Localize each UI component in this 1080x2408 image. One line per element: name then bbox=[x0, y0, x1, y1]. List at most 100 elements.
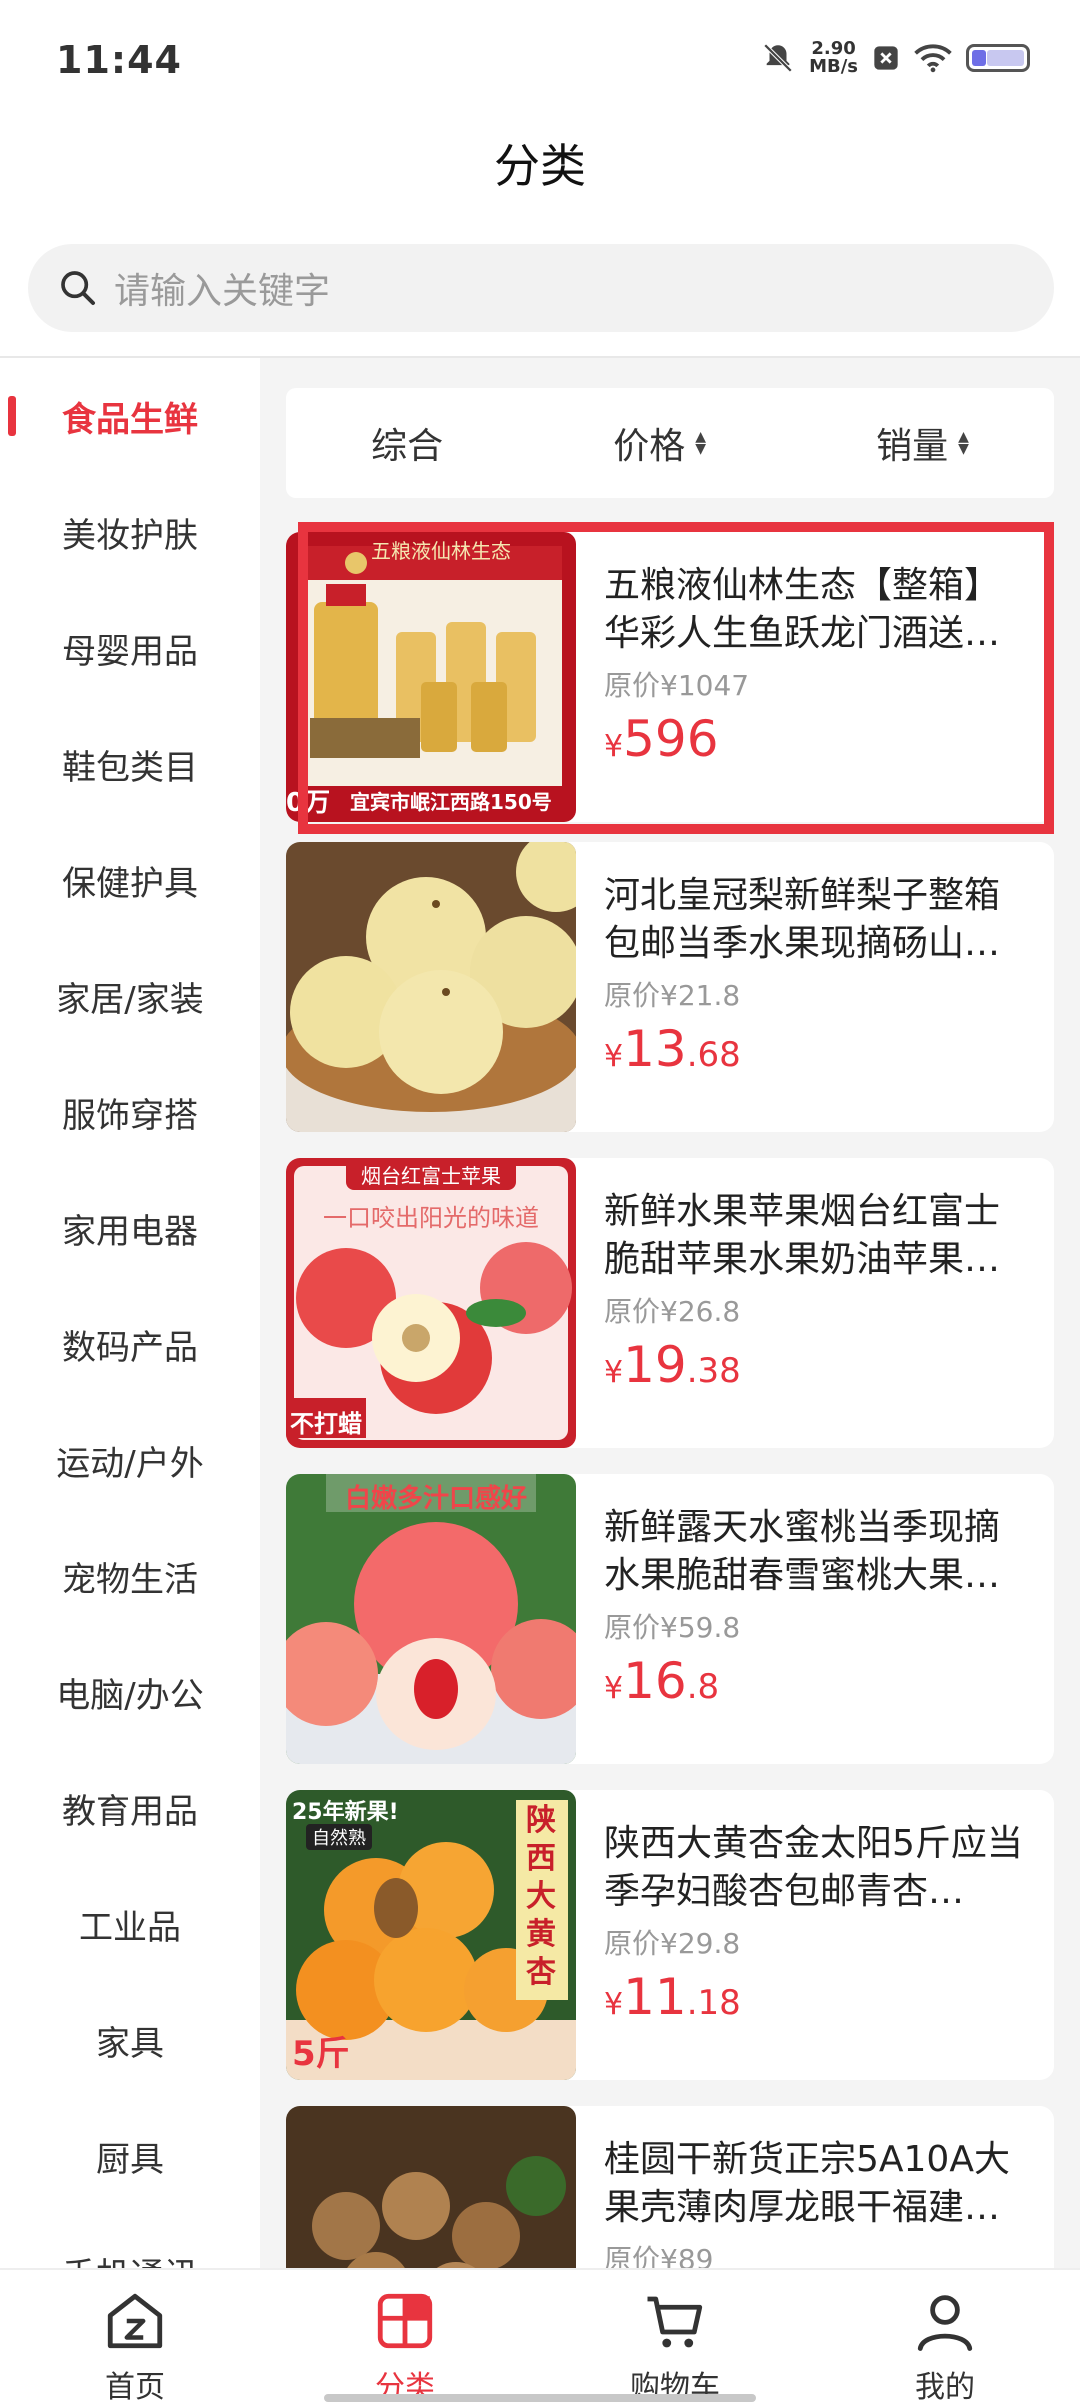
sale-price: ¥596 bbox=[604, 710, 1034, 768]
image-weight-text: 5斤 bbox=[292, 2034, 350, 2074]
sidebar-item-food[interactable]: 食品生鲜 bbox=[0, 358, 260, 474]
sidebar-item-label: 电脑/办公 bbox=[56, 1675, 204, 1716]
sidebar-item-baby[interactable]: 母婴用品 bbox=[0, 590, 260, 706]
price-decimal: .8 bbox=[686, 1667, 720, 1707]
category-sidebar: 食品生鲜 美妆护肤 母婴用品 鞋包类目 保健护具 家居/家装 服饰穿搭 家用电器… bbox=[0, 358, 260, 2268]
sidebar-item-label: 工业品 bbox=[79, 1907, 181, 1948]
sidebar-item-label: 家用电器 bbox=[62, 1211, 198, 1252]
product-image-peaches[interactable]: 白嫩多汁口感好 bbox=[286, 1474, 576, 1764]
currency-symbol: ¥ bbox=[604, 1987, 624, 2022]
currency-symbol: ¥ bbox=[604, 729, 624, 764]
nav-home[interactable]: 首页 bbox=[0, 2270, 270, 2408]
sidebar-item-digital[interactable]: 数码产品 bbox=[0, 1286, 260, 1402]
product-title: 新鲜水果苹果烟台红富士脆甜苹果水果奶油苹果… bbox=[604, 1191, 1001, 1280]
sidebar-item-label: 母婴用品 bbox=[62, 631, 198, 672]
home-indicator[interactable] bbox=[324, 2394, 756, 2402]
search-icon bbox=[61, 271, 95, 305]
sort-label: 销量 bbox=[876, 426, 949, 467]
image-tag-text: 0万 bbox=[286, 788, 331, 818]
sidebar-item-education[interactable]: 教育用品 bbox=[0, 1750, 260, 1866]
product-card[interactable]: 桂圆干新货正宗5A10A大果壳薄肉厚龙眼干福建… 原价¥89 bbox=[286, 2106, 1054, 2268]
product-info: 河北皇冠梨新鲜梨子整箱包邮当季水果现摘砀山… 原价¥21.8 ¥13.68 bbox=[604, 872, 1034, 1078]
sidebar-item-appliances[interactable]: 家用电器 bbox=[0, 1170, 260, 1286]
sort-arrows-icon: ▲ ▼ bbox=[695, 429, 706, 457]
nav-me[interactable]: 我的 bbox=[810, 2270, 1080, 2408]
sidebar-item-label: 家居/家装 bbox=[56, 979, 204, 1020]
sort-overall[interactable]: 综合 bbox=[371, 417, 443, 469]
sale-price: ¥11.18 bbox=[604, 1968, 1034, 2026]
mute-bell-icon bbox=[763, 43, 793, 73]
sidebar-item-industrial[interactable]: 工业品 bbox=[0, 1866, 260, 1982]
nav-category[interactable]: 分类 bbox=[270, 2270, 540, 2408]
active-indicator bbox=[8, 396, 16, 436]
sort-label: 综合 bbox=[371, 426, 444, 467]
price-integer: 11 bbox=[623, 1968, 687, 2026]
product-title: 新鲜露天水蜜桃当季现摘水果脆甜春雪蜜桃大果… bbox=[604, 1507, 1001, 1596]
sidebar-item-label: 教育用品 bbox=[62, 1791, 198, 1832]
currency-symbol: ¥ bbox=[604, 1039, 624, 1074]
price-integer: 16 bbox=[623, 1652, 687, 1710]
image-vertical-text: 陕西大黄杏 bbox=[526, 1803, 556, 1990]
original-price: 原价¥59.8 bbox=[604, 1611, 741, 1644]
product-image-pears[interactable] bbox=[286, 842, 576, 1132]
price-integer: 13 bbox=[623, 1020, 687, 1078]
product-card[interactable]: 25年新果! 自然熟 陕西大黄杏 5斤 陕西大黄杏金太阳5斤应当季孕妇酸杏包邮青… bbox=[286, 1790, 1054, 2080]
page-title: 分类 bbox=[494, 139, 586, 193]
status-icons: 2.90 MB/s bbox=[761, 40, 1030, 76]
product-image-longan[interactable] bbox=[286, 2106, 576, 2268]
sidebar-item-shoes-bags[interactable]: 鞋包类目 bbox=[0, 706, 260, 822]
bottom-nav: 首页 分类 购物车 我的 bbox=[0, 2268, 1080, 2408]
sidebar-item-pets[interactable]: 宠物生活 bbox=[0, 1518, 260, 1634]
sort-bar: 综合 价格 ▲ ▼ 销量 ▲ ▼ bbox=[286, 388, 1054, 498]
sale-price: ¥19.38 bbox=[604, 1336, 1034, 1394]
sidebar-item-sports[interactable]: 运动/户外 bbox=[0, 1402, 260, 1518]
currency-symbol: ¥ bbox=[604, 1355, 624, 1390]
sidebar-item-home[interactable]: 家居/家装 bbox=[0, 938, 260, 1054]
sidebar-item-label: 鞋包类目 bbox=[62, 747, 198, 788]
product-info: 陕西大黄杏金太阳5斤应当季孕妇酸杏包邮青杏… 原价¥29.8 ¥11.18 bbox=[604, 1820, 1034, 2026]
product-card[interactable]: 烟台红富士苹果 一口咬出阳光的味道 不打蜡 新鲜水果苹果烟台红富士脆甜苹果水果奶… bbox=[286, 1158, 1054, 1448]
sidebar-item-furniture[interactable]: 家具 bbox=[0, 1982, 260, 2098]
sidebar-item-kitchen[interactable]: 厨具 bbox=[0, 2098, 260, 2214]
image-address-text: 宜宾市岷江西路150号 bbox=[350, 790, 552, 814]
price-integer: 19 bbox=[623, 1336, 687, 1394]
original-price: 原价¥1047 bbox=[604, 669, 750, 702]
sidebar-item-phones[interactable]: 手机通讯 bbox=[0, 2214, 260, 2269]
product-title: 五粮液仙林生态【整箱】华彩人生鱼跃龙门酒送… bbox=[604, 565, 1001, 654]
original-price: 原价¥26.8 bbox=[604, 1295, 741, 1328]
sort-label: 价格 bbox=[613, 426, 686, 467]
status-bar: 11:44 2.90 MB/s bbox=[0, 0, 1080, 120]
price-decimal: .38 bbox=[686, 1351, 741, 1391]
search-input[interactable]: 请输入关键字 bbox=[28, 244, 1054, 332]
nav-cart[interactable]: 购物车 bbox=[540, 2270, 810, 2408]
sidebar-item-beauty[interactable]: 美妆护肤 bbox=[0, 474, 260, 590]
product-image-apples[interactable]: 烟台红富士苹果 一口咬出阳光的味道 不打蜡 bbox=[286, 1158, 576, 1448]
product-image-apricots[interactable]: 25年新果! 自然熟 陕西大黄杏 5斤 bbox=[286, 1790, 576, 2080]
original-price: 原价¥21.8 bbox=[604, 979, 741, 1012]
image-badge-text: 25年新果! bbox=[292, 1800, 399, 1825]
image-sub-text: 自然熟 bbox=[306, 1824, 372, 1850]
image-slogan-text: 一口咬出阳光的味道 bbox=[323, 1204, 539, 1232]
screen: 11:44 2.90 MB/s 分类 请输入关键字 食品生鲜 美妆护肤 母婴用品… bbox=[0, 0, 1080, 2408]
sidebar-item-apparel[interactable]: 服饰穿搭 bbox=[0, 1054, 260, 1170]
net-speed: 2.90 MB/s bbox=[809, 40, 858, 76]
sort-sales[interactable]: 销量 ▲ ▼ bbox=[876, 417, 969, 469]
sidebar-item-label: 运动/户外 bbox=[56, 1443, 204, 1484]
image-tag-text: 不打蜡 bbox=[290, 1410, 362, 1438]
product-card[interactable]: 白嫩多汁口感好 新鲜露天水蜜桃当季现摘水果脆甜春雪蜜桃大果… 原价¥59.8 ¥… bbox=[286, 1474, 1054, 1764]
product-card[interactable]: 五粮液仙林生态 0万 宜宾市岷江西路150号 五粮液仙林生态【整箱】华彩人生鱼跃… bbox=[286, 532, 1054, 822]
product-list-area: 综合 价格 ▲ ▼ 销量 ▲ ▼ 五粮液仙林生态 0万 宜宾市岷江西路150号 … bbox=[260, 358, 1080, 2268]
sidebar-item-office[interactable]: 电脑/办公 bbox=[0, 1634, 260, 1750]
product-card[interactable]: 河北皇冠梨新鲜梨子整箱包邮当季水果现摘砀山… 原价¥21.8 ¥13.68 bbox=[286, 842, 1054, 1132]
sale-price: ¥13.68 bbox=[604, 1020, 1034, 1078]
sidebar-item-label: 家具 bbox=[96, 2023, 164, 2064]
original-price: 原价¥89 bbox=[604, 2243, 714, 2268]
image-banner-text: 五粮液仙林生态 bbox=[371, 539, 511, 563]
sort-price[interactable]: 价格 ▲ ▼ bbox=[613, 417, 706, 469]
product-info: 新鲜水果苹果烟台红富士脆甜苹果水果奶油苹果… 原价¥26.8 ¥19.38 bbox=[604, 1188, 1034, 1394]
sidebar-item-health[interactable]: 保健护具 bbox=[0, 822, 260, 938]
sidebar-item-label: 厨具 bbox=[96, 2139, 164, 2180]
net-speed-unit: MB/s bbox=[809, 56, 858, 77]
product-image-liquor[interactable]: 五粮液仙林生态 0万 宜宾市岷江西路150号 bbox=[286, 532, 576, 822]
nav-label: 首页 bbox=[105, 2370, 165, 2405]
